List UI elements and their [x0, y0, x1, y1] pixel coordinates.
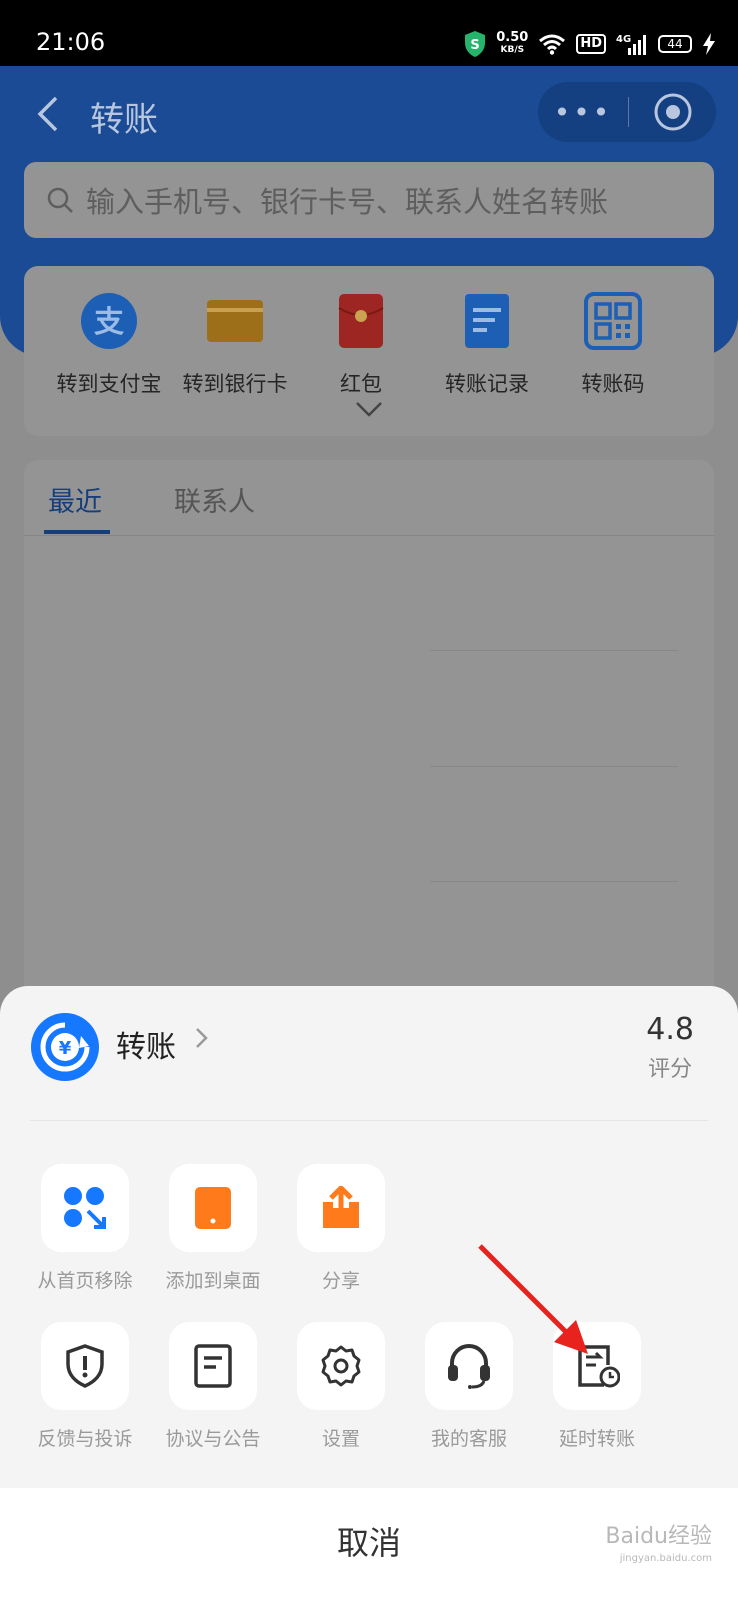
more-options-button[interactable]: •••	[538, 96, 628, 129]
action-tile	[297, 1322, 385, 1410]
annotation-arrow	[478, 1244, 588, 1354]
feedback-complaint-button[interactable]: 反馈与投诉	[25, 1322, 145, 1451]
tab-divider	[24, 535, 714, 536]
svg-text:S: S	[471, 38, 480, 53]
action-label: 协议与公告	[165, 1428, 261, 1450]
bank-card-icon	[207, 300, 263, 342]
row-divider	[430, 766, 678, 767]
recent-contacts-card: 最近 联系人	[24, 460, 714, 1020]
search-placeholder: 输入手机号、银行卡号、联系人姓名转账	[86, 185, 609, 219]
quick-action-transfer-record[interactable]: 转账记录	[422, 292, 552, 398]
tab-contacts[interactable]: 联系人	[174, 480, 255, 519]
tab-recent[interactable]: 最近	[48, 480, 102, 519]
svg-text:¥: ¥	[59, 1038, 72, 1059]
qr-code-icon	[584, 292, 642, 350]
svg-text:4G: 4G	[616, 34, 631, 45]
security-shield-icon: S	[465, 31, 486, 57]
quick-action-alipay[interactable]: 支 转到支付宝	[44, 292, 174, 398]
quick-action-transfer-code[interactable]: 转账码	[548, 292, 678, 398]
rating-score: 4.8	[646, 1012, 694, 1047]
add-to-desktop-icon	[195, 1187, 231, 1229]
expand-chevron-icon[interactable]	[354, 400, 384, 418]
quick-action-label: 转到银行卡	[182, 372, 288, 396]
search-input[interactable]: 输入手机号、银行卡号、联系人姓名转账	[24, 162, 714, 238]
action-tile	[41, 1164, 129, 1252]
action-tile	[297, 1164, 385, 1252]
app-name[interactable]: 转账	[116, 1022, 176, 1066]
back-arrow-icon[interactable]	[34, 96, 62, 132]
action-label: 我的客服	[430, 1428, 507, 1450]
row-divider	[430, 881, 678, 882]
app-rating: 4.8 评分	[646, 1012, 694, 1083]
quick-action-label: 红包	[340, 372, 382, 396]
share-icon	[323, 1186, 359, 1228]
action-label: 分享	[321, 1270, 360, 1292]
settings-button[interactable]: 设置	[281, 1322, 401, 1451]
quick-action-label: 转到支付宝	[56, 372, 162, 396]
hd-badge: HD	[576, 34, 606, 54]
action-tile	[169, 1164, 257, 1252]
remove-from-home-icon	[64, 1187, 106, 1229]
watermark-url: jingyan.baidu.com	[619, 1553, 712, 1564]
mini-program-capsule: •••	[538, 82, 716, 142]
wifi-icon	[539, 34, 566, 55]
status-icons: S 0.50 KB/S HD 4G 44	[464, 24, 716, 64]
network-speed: 0.50 KB/S	[496, 30, 529, 55]
quick-action-bank-card[interactable]: 转到银行卡	[170, 292, 300, 398]
action-label: 延时转账	[558, 1428, 635, 1450]
quick-action-red-envelope[interactable]: 红包	[296, 292, 426, 398]
alipay-icon: 支	[81, 293, 137, 349]
target-circle-icon	[654, 93, 691, 131]
rating-label: 评分	[648, 1057, 693, 1082]
action-tile	[41, 1322, 129, 1410]
charging-bolt-icon	[703, 33, 715, 55]
active-tab-indicator	[44, 530, 110, 534]
search-icon	[47, 187, 73, 213]
svg-text:支: 支	[94, 305, 124, 340]
settings-gear-icon	[321, 1345, 361, 1387]
transfer-app-logo: ¥	[31, 1013, 99, 1081]
add-to-desktop-button[interactable]: 添加到桌面	[153, 1164, 273, 1293]
agreement-icon	[194, 1344, 232, 1388]
chevron-right-icon[interactable]	[194, 1026, 210, 1050]
row-divider	[430, 650, 678, 651]
feedback-shield-icon	[66, 1344, 104, 1388]
share-button[interactable]: 分享	[281, 1164, 401, 1293]
action-tile	[169, 1322, 257, 1410]
agreement-notice-button[interactable]: 协议与公告	[153, 1322, 273, 1451]
baidu-watermark: Baidu经验 jingyan.baidu.com	[605, 1526, 712, 1570]
action-label: 添加到桌面	[165, 1270, 261, 1292]
battery-icon: 44	[658, 35, 692, 53]
transfer-record-icon	[465, 294, 509, 348]
signal-4g-icon: 4G	[616, 34, 646, 55]
quick-actions-card: 支 转到支付宝 转到银行卡 红包 转账记录 转账码	[24, 266, 714, 436]
remove-from-home-button[interactable]: 从首页移除	[25, 1164, 145, 1293]
action-label: 设置	[321, 1428, 360, 1450]
watermark-brand: Baidu经验	[605, 1524, 712, 1549]
close-mini-program-button[interactable]	[629, 92, 716, 132]
status-bar: 21:06 S 0.50 KB/S HD 4G 44	[0, 0, 738, 66]
action-label: 反馈与投诉	[37, 1428, 133, 1450]
quick-action-label: 转账记录	[445, 372, 529, 396]
sheet-divider	[30, 1120, 708, 1121]
page-title: 转账	[90, 100, 158, 140]
quick-action-label: 转账码	[581, 372, 645, 396]
status-time: 21:06	[36, 28, 106, 56]
action-label: 从首页移除	[37, 1270, 133, 1292]
red-envelope-icon	[338, 294, 384, 348]
